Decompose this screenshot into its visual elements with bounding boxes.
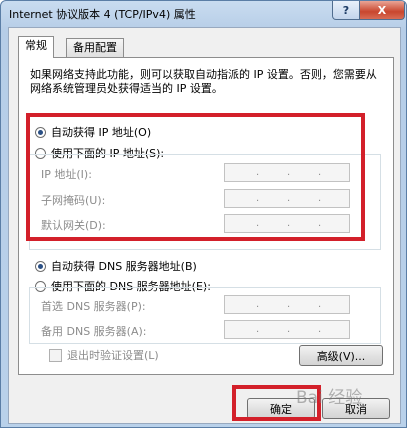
ip-section-highlight	[26, 113, 365, 241]
title-bar[interactable]: Internet 协议版本 4 (TCP/IPv4) 属性 ? X	[1, 1, 406, 25]
preferred-dns-label: 首选 DNS 服务器(P):	[41, 300, 146, 313]
checkbox-icon	[49, 348, 62, 362]
radio-selected-icon	[35, 260, 46, 272]
watermark-logo: Bai 经验	[296, 388, 363, 408]
dialog-window: Internet 协议版本 4 (TCP/IPv4) 属性 ? X 常规 备用配…	[0, 0, 407, 428]
dns-auto-radio[interactable]: 自动获得 DNS 服务器地址(B)	[35, 258, 197, 274]
validate-on-exit-checkbox[interactable]: 退出时验证设置(L)	[49, 347, 159, 363]
close-icon: X	[377, 3, 387, 17]
advanced-button[interactable]: 高级(V)...	[299, 345, 383, 366]
dns-auto-label: 自动获得 DNS 服务器地址(B)	[51, 260, 197, 273]
help-icon: ?	[342, 3, 350, 17]
window-title: Internet 协议版本 4 (TCP/IPv4) 属性	[9, 8, 196, 21]
preferred-dns-input[interactable]: ...	[224, 295, 350, 314]
alternate-dns-input[interactable]: ...	[224, 320, 350, 339]
alternate-dns-label: 备用 DNS 服务器(A):	[41, 325, 147, 338]
close-button[interactable]: X	[359, 1, 405, 20]
tab-alternate-config[interactable]: 备用配置	[66, 38, 124, 57]
description-text: 如果网络支持此功能，则可以获取自动指派的 IP 设置。否则，您需要从网络系统管理…	[30, 68, 377, 95]
validate-on-exit-label: 退出时验证设置(L)	[67, 349, 159, 362]
tab-general[interactable]: 常规	[18, 36, 54, 58]
help-button[interactable]: ?	[332, 1, 360, 20]
